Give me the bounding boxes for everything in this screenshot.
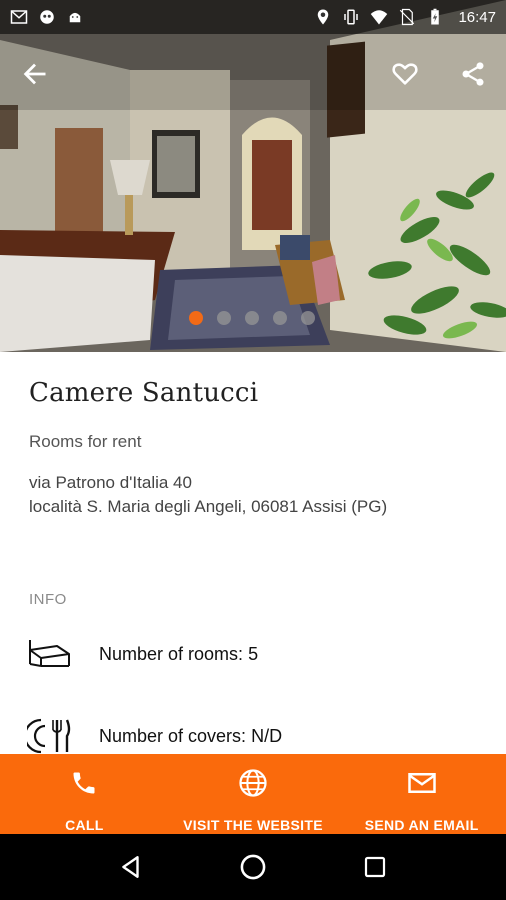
info-covers-row: Number of covers: N/D bbox=[27, 716, 282, 754]
status-bar: 16:47 bbox=[0, 0, 506, 34]
home-circle-icon bbox=[240, 854, 266, 880]
gallery-pager[interactable] bbox=[189, 311, 315, 325]
vibrate-icon bbox=[344, 9, 359, 25]
address-line-2: località S. Maria degli Angeli, 06081 As… bbox=[29, 497, 388, 516]
nav-home-button[interactable] bbox=[233, 847, 273, 887]
info-section-header: INFO bbox=[29, 591, 67, 608]
wifi-icon bbox=[371, 10, 388, 25]
rooms-label: Number of rooms: bbox=[99, 643, 244, 664]
action-bar: CALL VISIT THE WEBSITE SEND AN EMAIL bbox=[0, 754, 506, 834]
phone-icon bbox=[68, 767, 100, 799]
visit-website-button[interactable]: VISIT THE WEBSITE bbox=[169, 754, 338, 834]
globe-icon bbox=[237, 767, 269, 799]
back-arrow-icon bbox=[23, 63, 46, 85]
hero-photo[interactable] bbox=[0, 0, 506, 352]
share-button[interactable] bbox=[455, 56, 491, 92]
game-controller-icon bbox=[40, 10, 54, 24]
system-nav-bar bbox=[0, 834, 506, 900]
back-triangle-icon bbox=[122, 856, 139, 878]
covers-label: Number of covers: bbox=[99, 725, 247, 746]
info-rooms-row: Number of rooms: 5 bbox=[27, 634, 258, 674]
email-label: SEND AN EMAIL bbox=[364, 817, 479, 833]
back-button[interactable] bbox=[17, 56, 53, 92]
pager-dot[interactable] bbox=[217, 311, 231, 325]
pager-dot[interactable] bbox=[301, 311, 315, 325]
covers-value: N/D bbox=[251, 725, 283, 746]
location-icon bbox=[318, 9, 329, 25]
rooms-text: Number of rooms: 5 bbox=[99, 644, 258, 665]
android-icon bbox=[69, 12, 81, 23]
mail-icon bbox=[406, 767, 438, 799]
website-label: VISIT THE WEBSITE bbox=[183, 817, 323, 833]
call-button[interactable]: CALL bbox=[0, 754, 169, 834]
hallway-photo bbox=[0, 0, 506, 352]
recents-square-icon bbox=[364, 856, 386, 878]
battery-charging-icon bbox=[431, 8, 440, 25]
share-icon bbox=[462, 62, 484, 86]
covers-text: Number of covers: N/D bbox=[99, 726, 282, 747]
call-label: CALL bbox=[65, 817, 104, 833]
nav-back-button[interactable] bbox=[111, 847, 151, 887]
status-time: 16:47 bbox=[458, 8, 496, 26]
gmail-icon bbox=[10, 10, 28, 24]
nav-recents-button[interactable] bbox=[355, 847, 395, 887]
no-sim-icon bbox=[400, 8, 415, 26]
send-email-button[interactable]: SEND AN EMAIL bbox=[337, 754, 506, 834]
fork-knife-plate-icon bbox=[27, 716, 73, 754]
address-line-1: via Patrono d'Italia 40 bbox=[29, 473, 192, 492]
place-category: Rooms for rent bbox=[29, 432, 142, 451]
rooms-value: 5 bbox=[248, 643, 259, 664]
bed-icon bbox=[27, 634, 73, 674]
pager-dot[interactable] bbox=[273, 311, 287, 325]
favorite-heart-icon bbox=[392, 63, 418, 85]
favorite-button[interactable] bbox=[387, 56, 423, 92]
place-title: Camere Santucci bbox=[29, 378, 259, 408]
place-details: Camere Santucci Rooms for rent via Patro… bbox=[0, 352, 506, 754]
pager-dot-active[interactable] bbox=[189, 311, 203, 325]
pager-dot[interactable] bbox=[245, 311, 259, 325]
